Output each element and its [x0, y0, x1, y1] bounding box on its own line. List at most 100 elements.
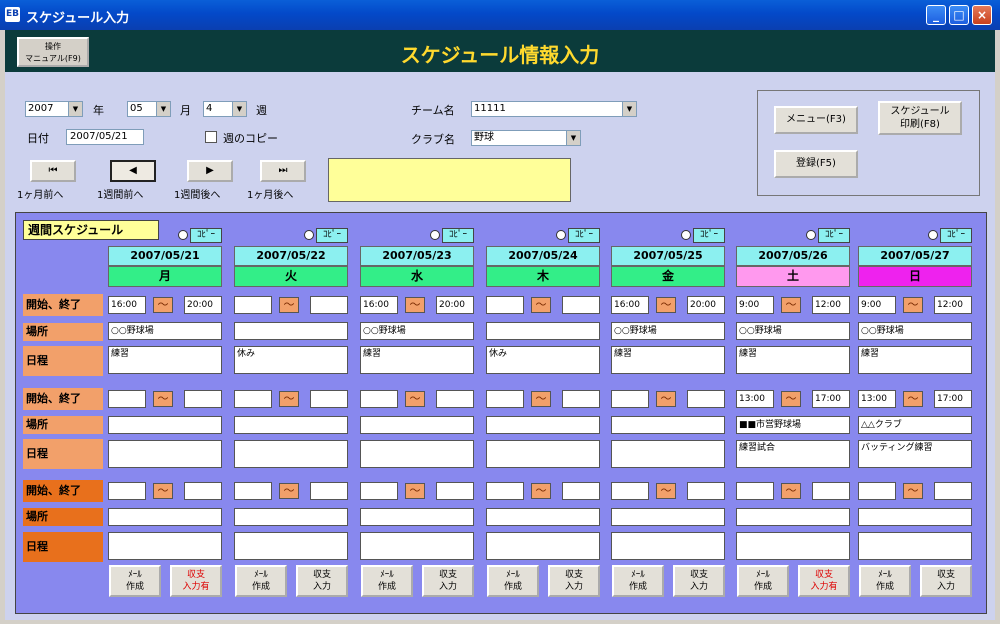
copy-toggle[interactable]: ｺﾋﾟｰ [556, 228, 602, 243]
program-field[interactable]: バッティング練習 [858, 440, 972, 468]
nav-button-4[interactable]: ⏭ [260, 160, 306, 182]
place-field[interactable] [611, 416, 725, 434]
tilde-button[interactable]: ～ [405, 297, 425, 313]
tilde-button[interactable]: ～ [405, 391, 425, 407]
start-time-field[interactable] [858, 482, 896, 500]
copy-toggle[interactable]: ｺﾋﾟｰ [928, 228, 974, 243]
end-time-field[interactable] [934, 482, 972, 500]
end-time-field[interactable] [687, 482, 725, 500]
tilde-button[interactable]: ～ [903, 297, 923, 313]
program-field[interactable] [736, 532, 850, 560]
copy-week-checkbox[interactable] [205, 131, 217, 143]
start-time-field[interactable] [486, 482, 524, 500]
mail-create-button[interactable]: ﾒｰﾙ 作成 [109, 565, 161, 597]
tilde-button[interactable]: ～ [781, 297, 801, 313]
place-field[interactable] [360, 508, 474, 526]
start-time-field[interactable]: 9:00 [736, 296, 774, 314]
place-field[interactable] [108, 416, 222, 434]
start-time-field[interactable]: 9:00 [858, 296, 896, 314]
place-field[interactable] [486, 508, 600, 526]
start-time-field[interactable] [486, 390, 524, 408]
program-field[interactable] [360, 440, 474, 468]
income-expense-button[interactable]: 収支 入力 [296, 565, 348, 597]
program-field[interactable] [108, 532, 222, 560]
start-time-field[interactable]: 13:00 [858, 390, 896, 408]
nav-button-1[interactable]: ⏮ [30, 160, 76, 182]
copy-radio-icon[interactable] [178, 230, 188, 240]
place-field[interactable]: ○○野球場 [611, 322, 725, 340]
end-time-field[interactable] [562, 482, 600, 500]
month-select[interactable]: 05 ▼ [127, 101, 171, 117]
place-field[interactable] [611, 508, 725, 526]
program-field[interactable]: 練習試合 [736, 440, 850, 468]
program-field[interactable]: 練習 [360, 346, 474, 374]
place-field[interactable] [108, 508, 222, 526]
copy-radio-icon[interactable] [430, 230, 440, 240]
copy-radio-icon[interactable] [806, 230, 816, 240]
place-field[interactable] [736, 508, 850, 526]
start-time-field[interactable] [360, 482, 398, 500]
print-schedule-button[interactable]: スケジュール 印刷(F8) [878, 101, 962, 135]
place-field[interactable]: ■■市営野球場 [736, 416, 850, 434]
week-select[interactable]: 4 ▼ [203, 101, 247, 117]
place-field[interactable]: ○○野球場 [736, 322, 850, 340]
program-field[interactable]: 練習 [611, 346, 725, 374]
minimize-icon[interactable]: _ [926, 5, 946, 25]
program-field[interactable]: 練習 [858, 346, 972, 374]
program-field[interactable] [486, 532, 600, 560]
end-time-field[interactable] [562, 390, 600, 408]
start-time-field[interactable] [360, 390, 398, 408]
program-field[interactable] [234, 440, 348, 468]
copy-radio-icon[interactable] [304, 230, 314, 240]
place-field[interactable] [858, 508, 972, 526]
copy-radio-icon[interactable] [681, 230, 691, 240]
program-field[interactable] [486, 440, 600, 468]
end-time-field[interactable] [812, 482, 850, 500]
place-field[interactable] [234, 508, 348, 526]
program-field[interactable] [108, 440, 222, 468]
start-time-field[interactable] [108, 482, 146, 500]
end-time-field[interactable]: 20:00 [436, 296, 474, 314]
program-field[interactable] [611, 532, 725, 560]
copy-button[interactable]: ｺﾋﾟｰ [818, 228, 850, 243]
tilde-button[interactable]: ～ [781, 483, 801, 499]
copy-button[interactable]: ｺﾋﾟｰ [693, 228, 725, 243]
start-time-field[interactable]: 16:00 [611, 296, 649, 314]
place-field[interactable] [234, 322, 348, 340]
tilde-button[interactable]: ～ [781, 391, 801, 407]
place-field[interactable]: ○○野球場 [108, 322, 222, 340]
place-field[interactable] [234, 416, 348, 434]
date-field[interactable]: 2007/05/21 [66, 129, 144, 145]
end-time-field[interactable] [184, 390, 222, 408]
program-field[interactable] [360, 532, 474, 560]
start-time-field[interactable] [234, 482, 272, 500]
program-field[interactable] [611, 440, 725, 468]
program-field[interactable] [858, 532, 972, 560]
copy-radio-icon[interactable] [556, 230, 566, 240]
end-time-field[interactable] [310, 482, 348, 500]
place-field[interactable] [486, 416, 600, 434]
tilde-button[interactable]: ～ [903, 391, 923, 407]
copy-toggle[interactable]: ｺﾋﾟｰ [681, 228, 727, 243]
tilde-button[interactable]: ～ [656, 391, 676, 407]
income-expense-button[interactable]: 収支 入力 [548, 565, 600, 597]
copy-radio-icon[interactable] [928, 230, 938, 240]
start-time-field[interactable] [611, 482, 649, 500]
copy-button[interactable]: ｺﾋﾟｰ [568, 228, 600, 243]
tilde-button[interactable]: ～ [153, 391, 173, 407]
copy-toggle[interactable]: ｺﾋﾟｰ [430, 228, 476, 243]
nav-button-3[interactable]: ▶ [187, 160, 233, 182]
start-time-field[interactable] [736, 482, 774, 500]
tilde-button[interactable]: ～ [531, 483, 551, 499]
end-time-field[interactable] [562, 296, 600, 314]
start-time-field[interactable] [486, 296, 524, 314]
end-time-field[interactable] [436, 390, 474, 408]
place-field[interactable] [486, 322, 600, 340]
menu-button[interactable]: メニュー(F3) [774, 106, 858, 134]
tilde-button[interactable]: ～ [153, 483, 173, 499]
start-time-field[interactable] [234, 296, 272, 314]
end-time-field[interactable]: 17:00 [934, 390, 972, 408]
program-field[interactable]: 練習 [736, 346, 850, 374]
income-expense-button[interactable]: 収支 入力 [920, 565, 972, 597]
tilde-button[interactable]: ～ [279, 483, 299, 499]
